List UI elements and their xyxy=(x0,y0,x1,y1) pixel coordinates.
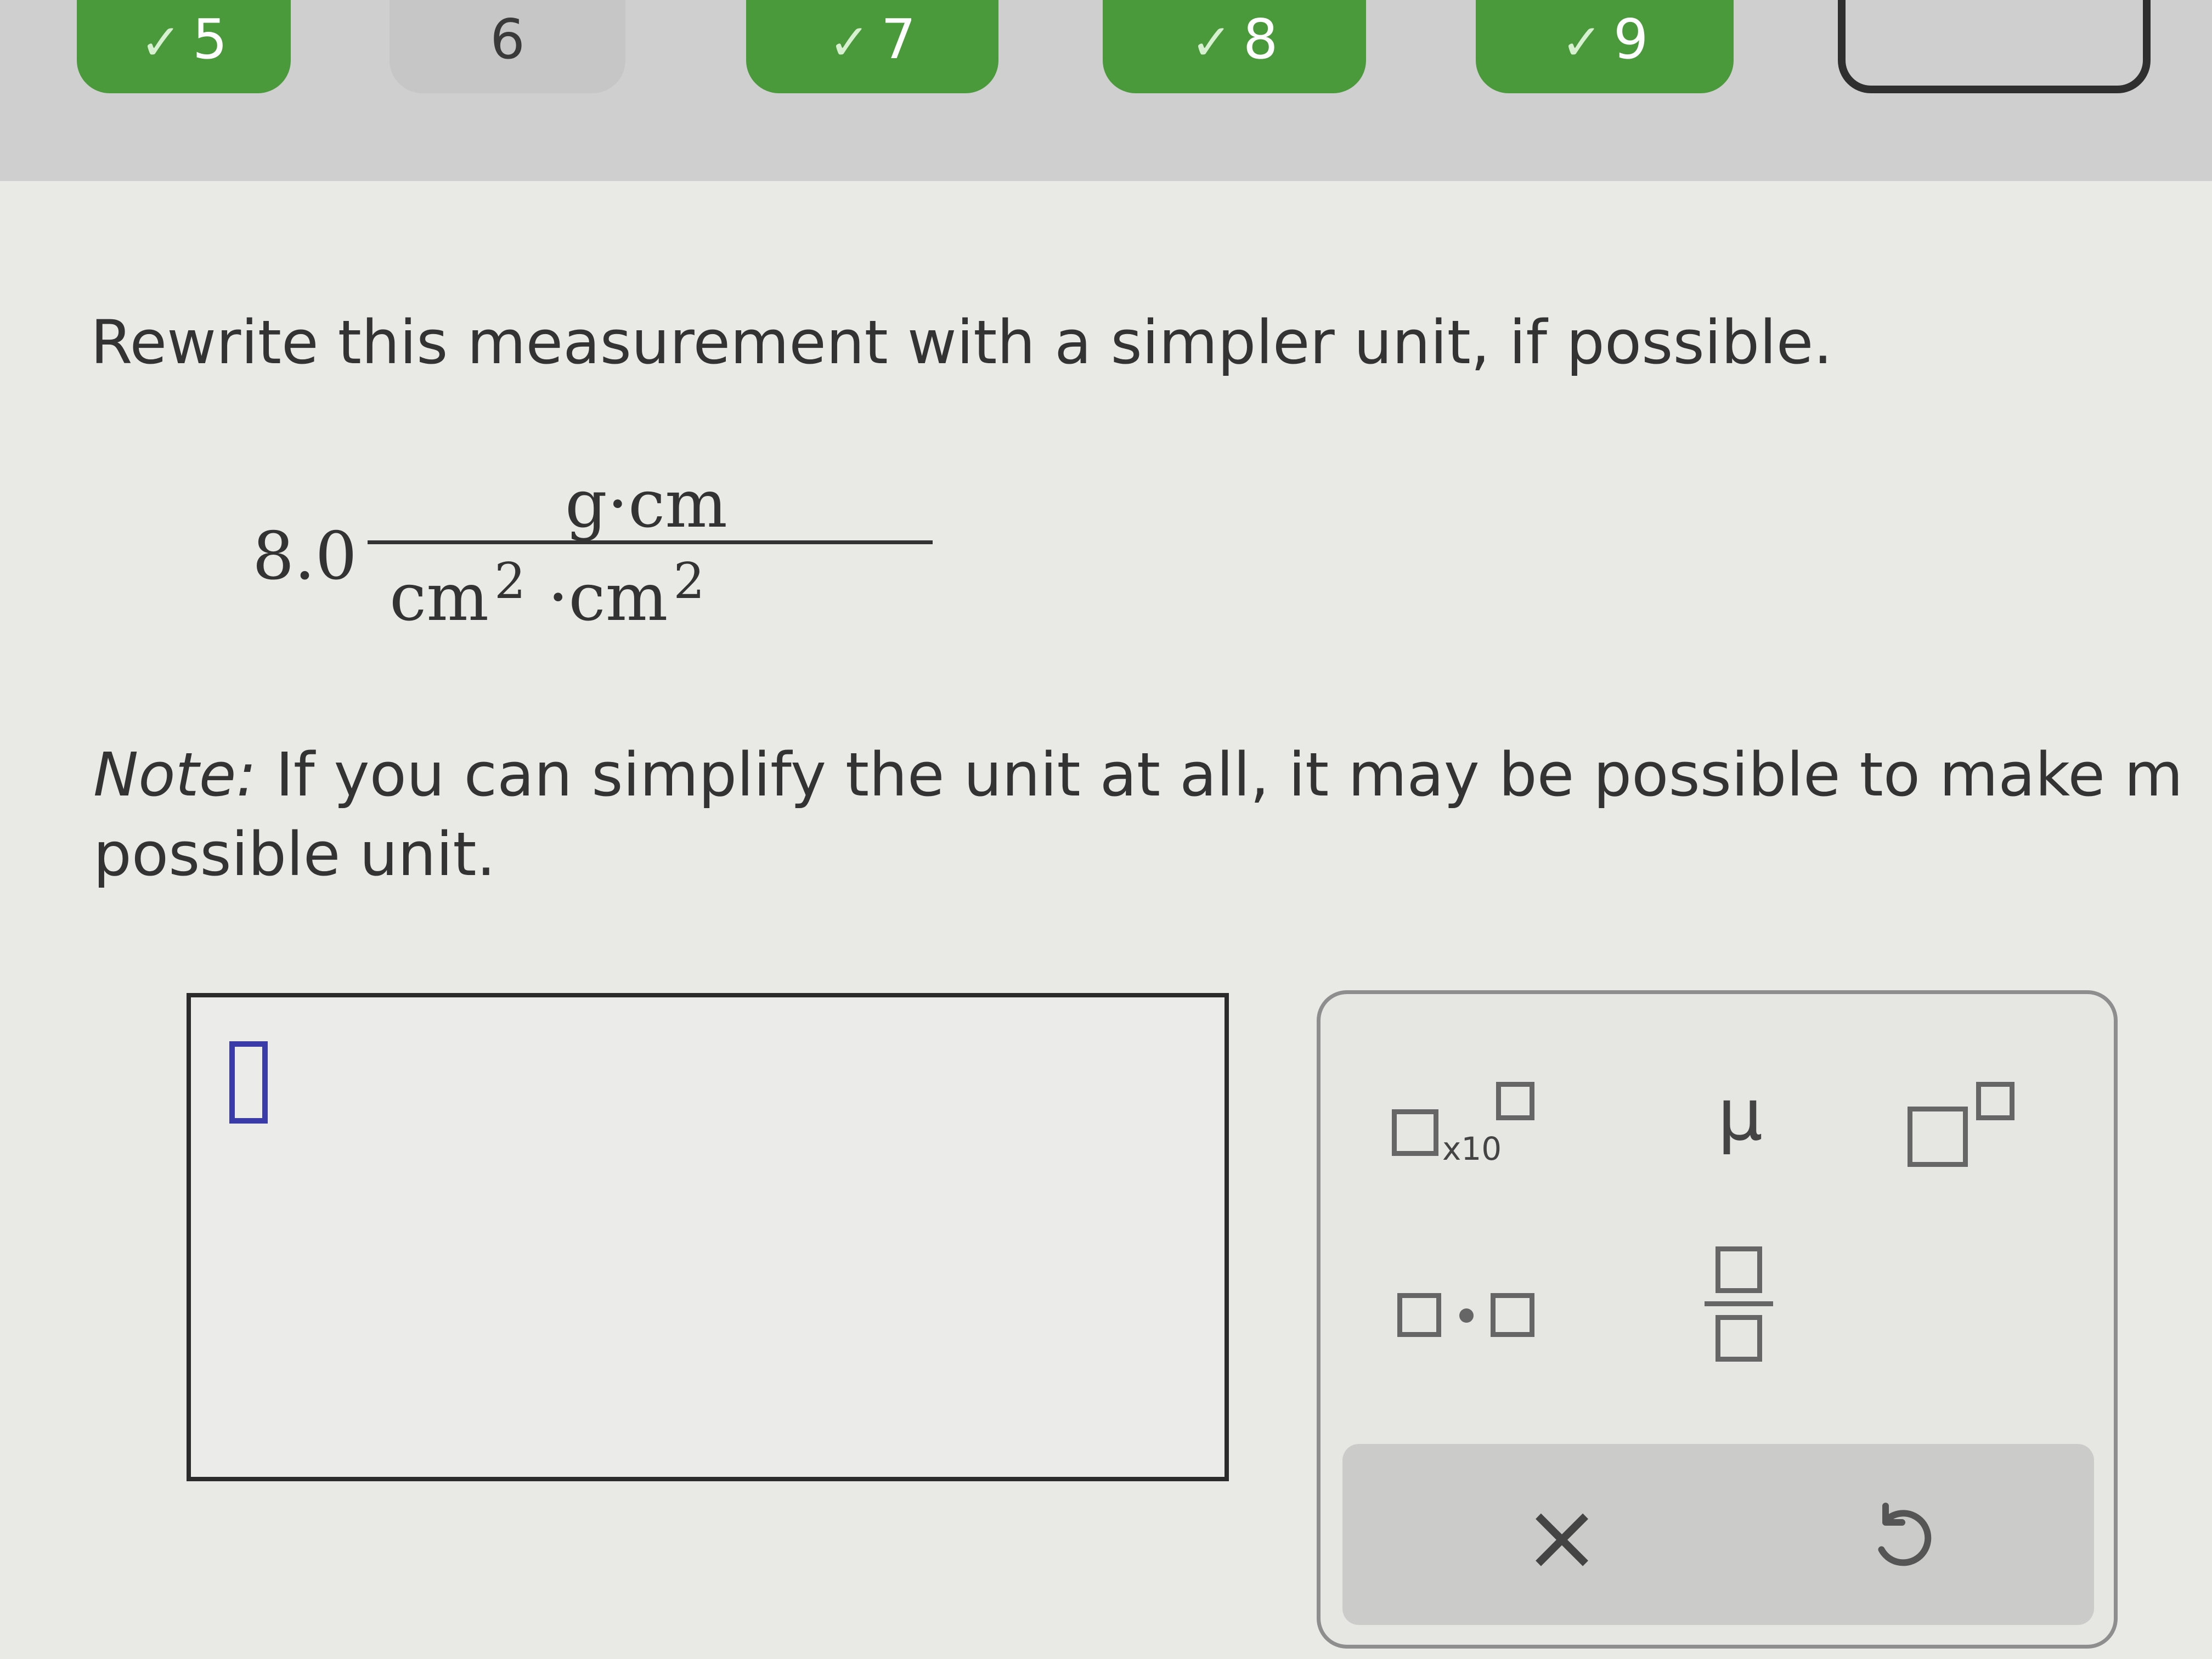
square-icon xyxy=(1976,1082,2015,1120)
denominator-exponent-2: 2 xyxy=(673,552,705,610)
step-label: 6 xyxy=(490,7,525,71)
step-8-button[interactable]: ✓ 8 xyxy=(1103,0,1366,93)
progress-bar: ✓ 5 6 ✓ 7 ✓ 8 ✓ 9 xyxy=(0,0,2212,181)
fraction-bar xyxy=(368,540,933,544)
math-keypad: x10 μ × xyxy=(1317,990,2118,1649)
step-7-button[interactable]: ✓ 7 xyxy=(746,0,998,93)
fraction-line-icon xyxy=(1705,1301,1773,1306)
denominator-exponent-1: 2 xyxy=(494,552,526,610)
check-icon: ✓ xyxy=(1190,14,1232,71)
mu-button[interactable]: μ xyxy=(1672,1060,1809,1170)
close-icon: × xyxy=(1522,1483,1601,1592)
step-5-button[interactable]: ✓ 5 xyxy=(77,0,291,93)
check-icon: ✓ xyxy=(140,14,182,71)
unit-numerator: g·cm xyxy=(565,466,727,543)
note-text: Note: If you can simplify the unit at al… xyxy=(93,735,2211,894)
undo-button[interactable] xyxy=(1847,1482,1957,1592)
measurement-value: 8.0 xyxy=(252,518,357,595)
step-6-button[interactable]: 6 xyxy=(390,0,625,93)
denominator-separator: · xyxy=(548,560,569,636)
square-icon xyxy=(1908,1107,1968,1167)
undo-icon xyxy=(1878,1503,1932,1566)
dot-icon xyxy=(1459,1308,1474,1323)
question-prompt: Rewrite this measurement with a simpler … xyxy=(91,307,1833,377)
step-label: 7 xyxy=(881,7,916,71)
mu-label: μ xyxy=(1717,1073,1763,1156)
exponent-button[interactable] xyxy=(1886,1060,2050,1170)
square-icon xyxy=(1491,1293,1534,1337)
fraction-button[interactable] xyxy=(1672,1230,1809,1367)
square-icon xyxy=(1496,1082,1534,1120)
scientific-notation-button[interactable]: x10 xyxy=(1381,1060,1562,1170)
note-label: Note: xyxy=(93,740,257,810)
x10-label: x10 xyxy=(1442,1130,1502,1167)
answer-input[interactable] xyxy=(187,993,1229,1481)
square-icon xyxy=(1716,1315,1762,1362)
square-icon xyxy=(1392,1109,1438,1156)
note-body: If you can simplify the unit at all, it … xyxy=(256,740,2183,810)
check-icon: ✓ xyxy=(1561,14,1602,71)
square-icon xyxy=(1716,1246,1762,1293)
denominator-unit-2: cm xyxy=(568,560,668,636)
unit-denominator: cm 2 ·cm 2 xyxy=(390,552,727,636)
step-label: 8 xyxy=(1243,7,1278,71)
denominator-unit-1: cm xyxy=(390,560,489,636)
square-icon xyxy=(1397,1293,1441,1337)
multiply-dot-button[interactable] xyxy=(1381,1257,1562,1367)
check-icon: ✓ xyxy=(828,14,870,71)
step-next-button[interactable] xyxy=(1838,0,2151,93)
note-line-2: possible unit. xyxy=(93,819,496,889)
input-placeholder-box[interactable] xyxy=(229,1041,268,1124)
clear-button[interactable]: × xyxy=(1507,1482,1617,1592)
keypad-action-bar: × xyxy=(1342,1444,2094,1625)
step-9-button[interactable]: ✓ 9 xyxy=(1476,0,1734,93)
step-label: 5 xyxy=(192,7,228,71)
step-label: 9 xyxy=(1613,7,1649,71)
